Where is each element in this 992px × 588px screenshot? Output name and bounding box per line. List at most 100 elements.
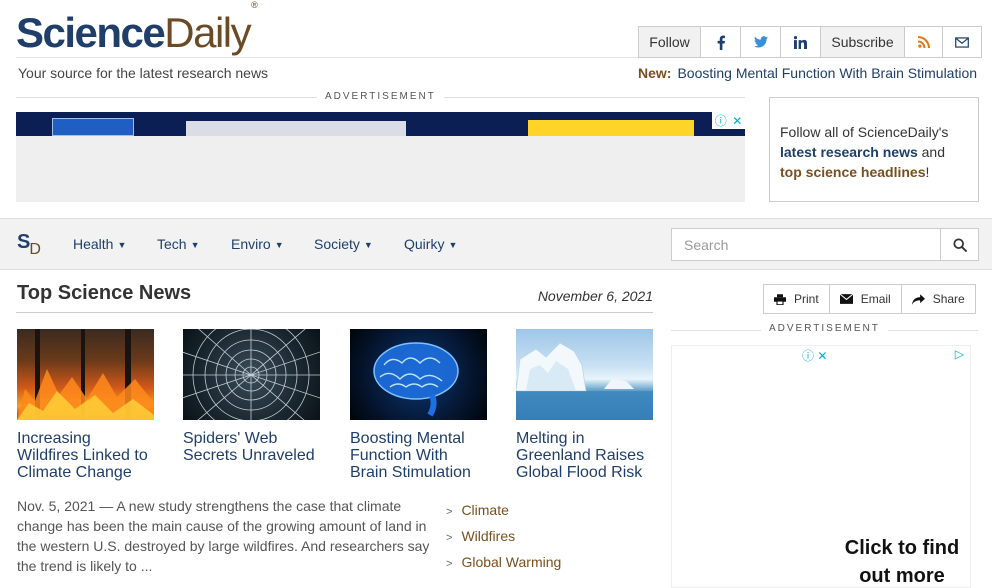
new-headline-ticker[interactable]: New: Boosting Mental Function With Brain … [638, 65, 978, 81]
site-tagline: Your source for the latest research news [18, 65, 269, 81]
print-label: Print [794, 292, 819, 306]
ad-banner[interactable]: ⓘ ✕ [16, 112, 745, 202]
story-card[interactable]: Melting in Greenland Raises Global Flood… [516, 329, 653, 481]
ad-label-side: ADVERTISEMENT [761, 323, 888, 334]
nav-society[interactable]: Society ▼ [314, 236, 373, 252]
side-ad[interactable]: ⓘ ✕ ▷ Click to find out more [671, 345, 971, 588]
nav-tech-label: Tech [157, 236, 187, 252]
rss-icon [917, 36, 930, 48]
ad-choices[interactable]: ⓘ ✕ [712, 112, 745, 129]
caret-down-icon: ▼ [274, 240, 284, 250]
ad-close-icon[interactable]: ✕ [817, 349, 827, 363]
caret-down-icon: ▼ [448, 240, 458, 250]
wildfire-thumbnail[interactable] [17, 329, 154, 420]
print-button[interactable]: Print [764, 285, 829, 313]
search-box [671, 228, 979, 261]
ad-info-icon[interactable]: ⓘ [802, 349, 814, 363]
tag-global-warming[interactable]: > Global Warming [446, 550, 561, 576]
tag-label: Wildfires [461, 528, 516, 544]
caret-down-icon: ▼ [117, 240, 127, 250]
spider-web-illustration [183, 329, 320, 420]
new-headline-link[interactable]: Boosting Mental Function With Brain Stim… [677, 65, 977, 81]
nav-health[interactable]: Health ▼ [73, 236, 126, 252]
facebook-button[interactable] [700, 27, 740, 57]
envelope-icon [955, 36, 969, 48]
story-card[interactable]: Boosting Mental Function With Brain Stim… [350, 329, 487, 481]
tag-climate[interactable]: > Climate [446, 498, 561, 524]
ad-headline-graphic [186, 121, 406, 136]
ad-close-icon[interactable]: ✕ [732, 114, 742, 128]
section-divider [16, 312, 653, 313]
sd-home-logo[interactable]: SD [17, 231, 41, 258]
section-date: November 6, 2021 [537, 288, 653, 304]
ad-info-icon[interactable]: ⓘ [715, 112, 727, 129]
email-label: Email [860, 292, 891, 306]
logo-science: Science [16, 9, 166, 56]
ad-label-top: ADVERTISEMENT [317, 91, 444, 102]
brain-thumbnail[interactable] [350, 329, 487, 420]
topic-tags: > Climate > Wildfires > Global Warming [446, 498, 561, 576]
linkedin-icon [794, 35, 807, 49]
follow-promo-and: and [917, 144, 945, 160]
search-button[interactable] [940, 229, 978, 260]
twitter-icon [753, 36, 768, 48]
story-title[interactable]: Spiders' Web Secrets Unraveled [183, 430, 320, 464]
tag-wildfires[interactable]: > Wildfires [446, 524, 561, 550]
wildfire-illustration [17, 329, 154, 420]
side-ad-cta[interactable]: Click to find out more [832, 534, 972, 588]
main-nav: SD Health ▼ Tech ▼ Enviro ▼ Society ▼ Quirky… [0, 218, 992, 270]
tag-label: Climate [461, 502, 509, 518]
ad-window-graphic [52, 118, 134, 136]
share-toolbar: Print Email Share [763, 284, 976, 314]
site-logo[interactable]: ScienceDaily® [16, 1, 258, 56]
iceberg-thumbnail[interactable] [516, 329, 653, 420]
logo-daily: Daily [164, 9, 251, 56]
chevron-right-icon: > [446, 506, 453, 518]
caret-down-icon: ▼ [190, 240, 200, 250]
envelope-icon [839, 294, 853, 304]
tag-label: Global Warming [461, 554, 562, 570]
nav-society-label: Society [314, 236, 360, 252]
nav-enviro[interactable]: Enviro ▼ [231, 236, 284, 252]
follow-bar: Follow Subscribe [638, 26, 982, 58]
section-title: Top Science News [17, 282, 192, 304]
ad-offer-graphic [528, 120, 694, 136]
nav-tech[interactable]: Tech ▼ [157, 236, 200, 252]
story-card[interactable]: Increasing Wildfires Linked to Climate C… [17, 329, 154, 481]
email-button[interactable]: Email [828, 285, 901, 313]
nav-quirky[interactable]: Quirky ▼ [404, 236, 457, 252]
twitter-button[interactable] [740, 27, 780, 57]
share-arrow-icon [911, 293, 925, 305]
spider-web-thumbnail[interactable] [183, 329, 320, 420]
chevron-right-icon: > [446, 532, 453, 544]
share-button[interactable]: Share [900, 285, 975, 313]
latest-research-link[interactable]: latest research news [780, 144, 918, 160]
subscribe-label: Subscribe [820, 27, 904, 57]
ad-choices-side[interactable]: ⓘ ✕ [802, 347, 827, 364]
story-title[interactable]: Increasing Wildfires Linked to Climate C… [17, 430, 154, 481]
search-input[interactable] [672, 229, 940, 260]
story-card[interactable]: Spiders' Web Secrets Unraveled [183, 329, 320, 464]
top-headlines-link[interactable]: top science headlines [780, 164, 926, 180]
story-title[interactable]: Melting in Greenland Raises Global Flood… [516, 430, 653, 481]
brain-illustration [373, 342, 459, 417]
story-title[interactable]: Boosting Mental Function With Brain Stim… [350, 430, 487, 481]
facebook-icon [717, 35, 725, 50]
newsletter-button[interactable] [942, 27, 981, 57]
new-label: New: [638, 65, 672, 81]
sd-mark-d: D [29, 241, 41, 258]
follow-promo-text: Follow all of ScienceDaily's [780, 124, 949, 140]
iceberg-illustration [516, 342, 653, 420]
ad-play-icon[interactable]: ▷ [955, 347, 964, 361]
follow-promo-box: Follow all of ScienceDaily's latest rese… [769, 97, 979, 202]
chevron-right-icon: > [446, 558, 453, 570]
linkedin-button[interactable] [780, 27, 820, 57]
print-icon [774, 293, 786, 305]
ad-banner-strip [16, 112, 745, 136]
nav-enviro-label: Enviro [231, 236, 271, 252]
share-label: Share [932, 292, 965, 306]
rss-button[interactable] [904, 27, 942, 57]
story-summary: Nov. 5, 2021 — A new study strengthens t… [17, 498, 430, 574]
registered-mark: ® [251, 0, 258, 10]
nav-quirky-label: Quirky [404, 236, 445, 252]
